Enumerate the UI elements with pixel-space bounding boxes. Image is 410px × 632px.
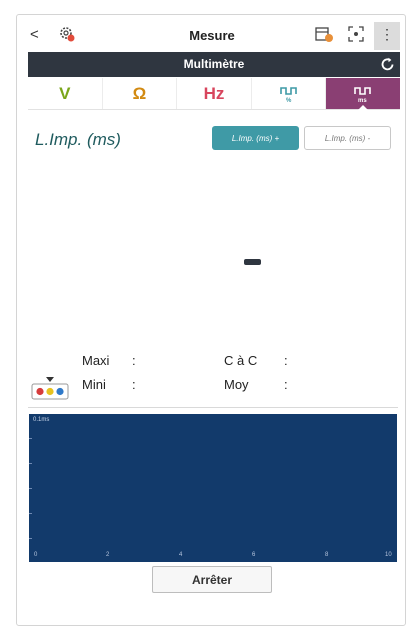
tab-pulse-width-label: ms xyxy=(358,98,367,104)
scope-x-tick: 0 xyxy=(34,552,38,558)
stat-mini: Mini : xyxy=(82,377,136,392)
duty-cycle-icon: % xyxy=(279,86,297,104)
more-options-button[interactable]: ⋮ xyxy=(374,22,400,50)
scope-plot: 0.1ms 0 2 4 6 8 10 xyxy=(29,414,397,562)
stat-cac-colon: : xyxy=(284,353,288,368)
multimeter-header: Multimètre xyxy=(28,52,400,77)
scope-x-tick: 2 xyxy=(106,552,110,558)
stat-peak-to-peak: C à C : xyxy=(224,353,288,368)
refresh-icon[interactable] xyxy=(379,56,396,73)
stop-button[interactable]: Arrêter xyxy=(152,566,272,593)
stat-moy-label: Moy xyxy=(224,377,249,392)
measurement-value xyxy=(244,259,261,265)
scope-x-tick: 8 xyxy=(325,552,329,558)
tab-frequency[interactable]: Hz xyxy=(177,78,252,109)
calendar-alert-icon[interactable] xyxy=(314,25,334,43)
mode-tabs: V Ω Hz % ms xyxy=(28,78,400,110)
tab-volt-label: V xyxy=(59,83,71,103)
divider xyxy=(28,407,398,408)
tab-ohm[interactable]: Ω xyxy=(103,78,178,109)
stat-maxi-colon: : xyxy=(132,353,136,368)
header-title: Multimètre xyxy=(183,57,245,71)
tab-duty-cycle-label: % xyxy=(286,98,292,104)
stat-mini-colon: : xyxy=(132,377,136,392)
tab-volt[interactable]: V xyxy=(28,78,103,109)
scope-x-tick: 10 xyxy=(385,552,392,558)
capture-icon[interactable] xyxy=(347,25,365,43)
scope-y-label: 0.1ms xyxy=(33,417,50,423)
scope-y-tick xyxy=(29,488,32,489)
scope-y-tick xyxy=(29,513,32,514)
tab-frequency-label: Hz xyxy=(203,83,225,103)
stat-maxi-label: Maxi xyxy=(82,353,110,368)
scope-x-tick: 6 xyxy=(252,552,256,558)
stat-mini-label: Mini xyxy=(82,377,106,392)
tab-duty-cycle[interactable]: % xyxy=(252,78,327,109)
probe-selector-icon[interactable] xyxy=(31,376,69,400)
scope-x-tick: 4 xyxy=(179,552,183,558)
stat-average: Moy : xyxy=(224,377,288,392)
positive-pulse-button[interactable]: L.Imp. (ms) + xyxy=(212,126,299,150)
app-bar: < Mesure ⋮ xyxy=(24,22,400,50)
stat-moy-colon: : xyxy=(284,377,288,392)
tab-ohm-label: Ω xyxy=(132,83,147,103)
measure-title: L.Imp. (ms) xyxy=(35,130,121,149)
negative-pulse-button[interactable]: L.Imp. (ms) - xyxy=(304,126,391,150)
stat-maxi: Maxi : xyxy=(82,353,136,368)
stat-cac-label: C à C xyxy=(224,353,258,368)
page-title: Mesure xyxy=(189,28,235,43)
scope-y-tick xyxy=(29,538,32,539)
scope-y-tick xyxy=(29,463,32,464)
tab-pulse-width[interactable]: ms xyxy=(326,78,400,110)
scope-y-tick xyxy=(29,438,32,439)
pulse-width-icon: ms xyxy=(354,86,371,104)
